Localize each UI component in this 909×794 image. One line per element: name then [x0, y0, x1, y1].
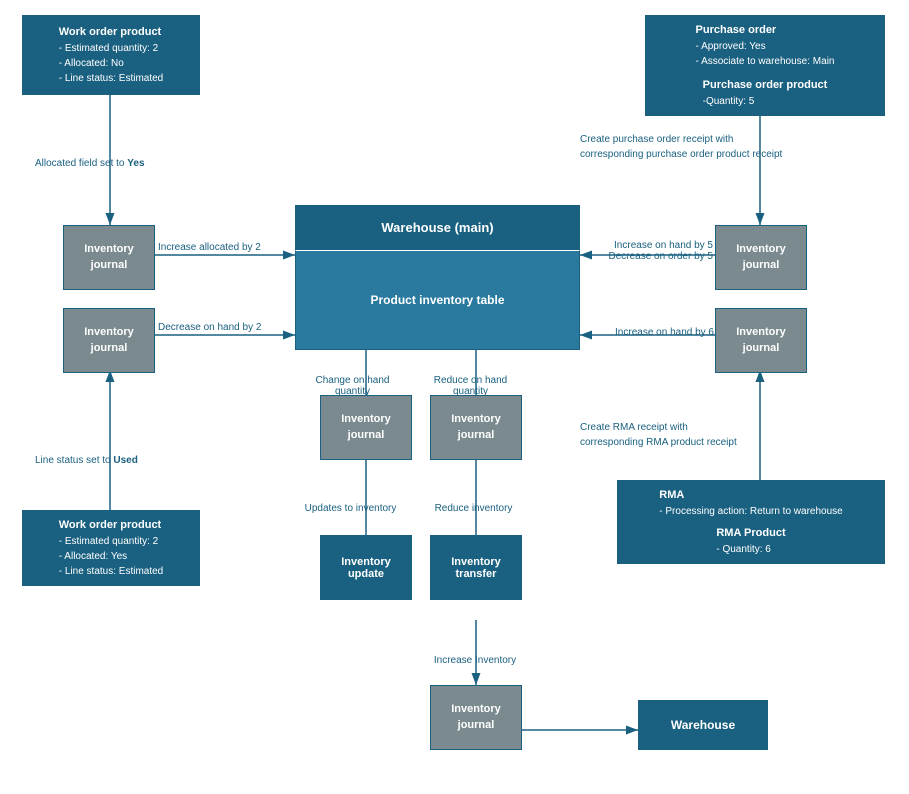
label-reduce-on-hand: Reduce on hand quantity	[418, 375, 523, 397]
inv-journal-3-label: Inventoryjournal	[736, 242, 786, 273]
inv-journal-5-label: Inventoryjournal	[341, 412, 391, 443]
inv-journal-6-label: Inventoryjournal	[451, 412, 501, 443]
inventory-journal-7: Inventoryjournal	[430, 685, 522, 750]
label-create-po-receipt: Create purchase order receipt withcorres…	[580, 132, 810, 162]
label-line-status-used: Line status set to Used	[35, 455, 180, 466]
inv-journal-4-label: Inventoryjournal	[736, 325, 786, 356]
inventory-journal-4: Inventoryjournal	[715, 308, 807, 373]
diagram-container: Work order product - Estimated quantity:…	[0, 0, 909, 794]
inventory-journal-3: Inventoryjournal	[715, 225, 807, 290]
label-reduce-inventory: Reduce inventory	[426, 503, 521, 514]
inv-journal-7-label: Inventoryjournal	[451, 702, 501, 733]
purchase-order: Purchase order - Approved: Yes - Associa…	[645, 15, 885, 76]
label-increase-on-hand-5: Increase on hand by 5Decrease on order b…	[585, 240, 713, 262]
inventory-transfer: Inventorytransfer	[430, 535, 522, 600]
inventory-journal-5: Inventoryjournal	[320, 395, 412, 460]
warehouse-bottom: Warehouse	[638, 700, 768, 750]
inventory-journal-6: Inventoryjournal	[430, 395, 522, 460]
rma-product: RMA Product - Quantity: 6	[617, 518, 885, 564]
warehouse-main-label: Warehouse (main)	[381, 220, 493, 235]
product-inventory-table: Product inventory table	[295, 250, 580, 350]
label-updates-to-inventory: Updates to inventory	[298, 503, 403, 514]
inv-journal-2-label: Inventoryjournal	[84, 325, 134, 356]
inv-journal-1-label: Inventoryjournal	[84, 242, 134, 273]
label-increase-allocated: Increase allocated by 2	[158, 242, 293, 253]
inventory-update-label: Inventoryupdate	[341, 556, 391, 580]
work-order-product-top: Work order product - Estimated quantity:…	[22, 15, 200, 95]
label-increase-inventory: Increase Inventory	[420, 655, 530, 666]
label-allocated-yes: Allocated field set to Yes	[35, 158, 180, 169]
inventory-update: Inventoryupdate	[320, 535, 412, 600]
label-increase-on-hand-6: Increase on hand by 6	[588, 327, 714, 338]
warehouse-main-header: Warehouse (main)	[295, 205, 580, 250]
label-decrease-on-hand: Decrease on hand by 2	[158, 322, 293, 333]
product-inventory-label: Product inventory table	[370, 293, 504, 307]
inventory-journal-1: Inventoryjournal	[63, 225, 155, 290]
work-order-product-bottom: Work order product - Estimated quantity:…	[22, 510, 200, 586]
label-change-on-hand: Change on hand quantity	[300, 375, 405, 397]
purchase-order-product: Purchase order product -Quantity: 5	[645, 70, 885, 116]
inventory-transfer-label: Inventorytransfer	[451, 556, 501, 580]
label-create-rma-receipt: Create RMA receipt withcorresponding RMA…	[580, 420, 810, 450]
warehouse-label: Warehouse	[671, 718, 735, 732]
inventory-journal-2: Inventoryjournal	[63, 308, 155, 373]
